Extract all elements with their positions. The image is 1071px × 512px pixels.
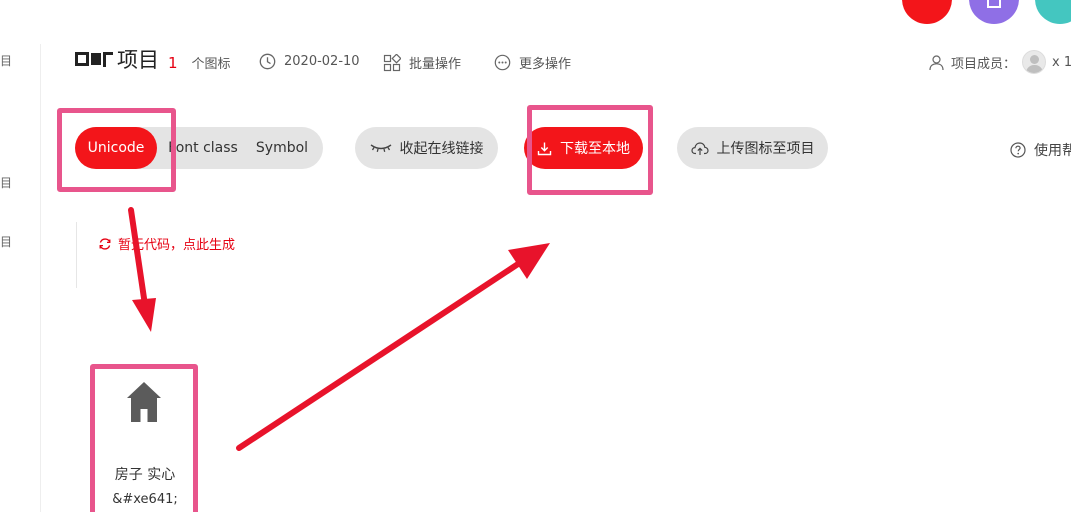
- arrow-to-icon-card: [128, 207, 156, 332]
- arrow-to-download-button: [236, 243, 550, 451]
- annotation-arrows: [128, 207, 550, 451]
